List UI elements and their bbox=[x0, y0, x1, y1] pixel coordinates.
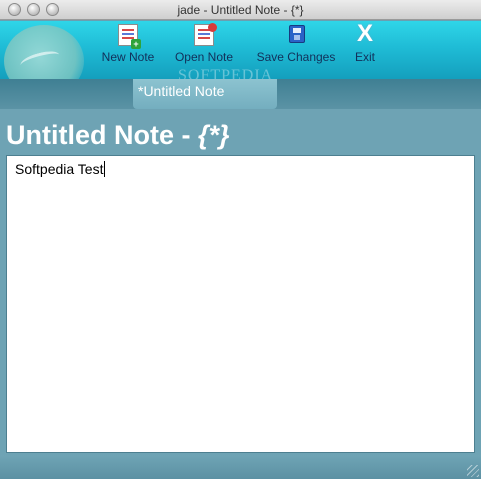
window-title: jade - Untitled Note - {*} bbox=[177, 3, 304, 17]
status-bar bbox=[0, 455, 481, 479]
note-title-text: Untitled Note - bbox=[6, 120, 198, 150]
new-note-icon: + bbox=[117, 23, 141, 49]
resize-grip-icon[interactable] bbox=[467, 465, 479, 477]
note-title: Untitled Note - {*} bbox=[6, 120, 230, 151]
tab-untitled-note[interactable]: *Untitled Note bbox=[133, 79, 277, 109]
save-changes-button[interactable]: Save Changes bbox=[250, 21, 342, 71]
new-note-label: New Note bbox=[101, 50, 155, 64]
open-note-button[interactable]: Open Note bbox=[170, 21, 238, 71]
save-changes-label: Save Changes bbox=[256, 50, 336, 64]
exit-icon: X bbox=[356, 20, 373, 47]
window-titlebar: jade - Untitled Note - {*} bbox=[0, 0, 481, 20]
open-note-label: Open Note bbox=[174, 50, 234, 64]
text-caret bbox=[104, 161, 106, 177]
note-editor[interactable]: Softpedia Test bbox=[6, 155, 475, 453]
toolbar: SOFTPEDIA + New Note Open Note Save Chan… bbox=[0, 21, 481, 97]
save-icon bbox=[285, 23, 307, 47]
exit-label: Exit bbox=[354, 50, 375, 64]
note-title-modified-marker: {*} bbox=[197, 120, 230, 150]
note-content: Softpedia Test bbox=[15, 161, 104, 177]
new-note-button[interactable]: + New Note bbox=[97, 21, 159, 71]
exit-button[interactable]: X Exit bbox=[351, 21, 379, 71]
tab-bar: *Untitled Note bbox=[0, 79, 481, 109]
open-note-icon bbox=[193, 23, 217, 47]
